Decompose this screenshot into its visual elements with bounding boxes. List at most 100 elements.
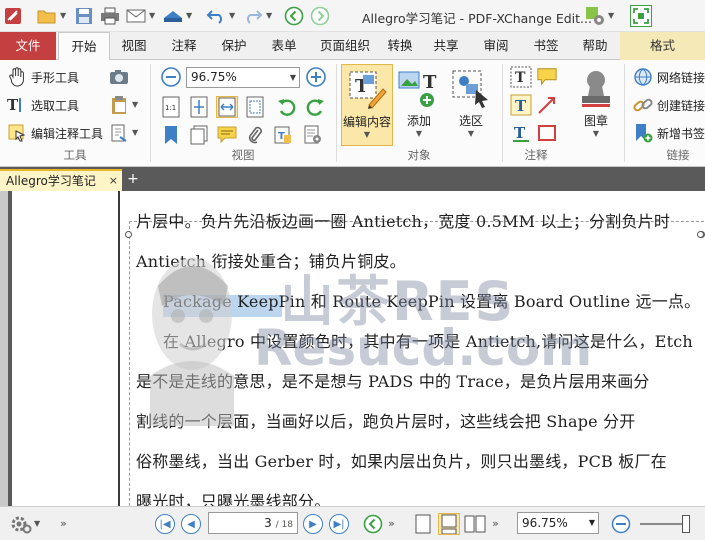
print-icon[interactable] <box>99 5 121 27</box>
close-tab-icon[interactable]: × <box>109 171 118 191</box>
undo-dropdown-icon[interactable]: ▼ <box>229 11 237 20</box>
view-history-chevron-icon[interactable]: » <box>388 517 395 530</box>
document-viewport[interactable]: 片层中。负片先沿板边画一圈 Antietch，宽度 0.5MM 以上；分割负片时… <box>0 191 705 506</box>
tab-share[interactable]: 共享 <box>422 32 470 60</box>
bookmark-blue-icon[interactable] <box>160 124 182 146</box>
document-properties-icon[interactable] <box>302 124 324 146</box>
fit-page-icon[interactable] <box>188 96 210 118</box>
redo-icon[interactable] <box>242 5 264 27</box>
pdf-page[interactable]: 片层中。负片先沿板边画一圈 Antietch，宽度 0.5MM 以上；分割负片时… <box>12 191 705 506</box>
tab-review[interactable]: 审阅 <box>472 32 520 60</box>
more-chevron-icon[interactable]: » <box>60 517 67 530</box>
settings-dropdown-icon[interactable]: ▼ <box>608 11 614 20</box>
tab-file[interactable]: 文件 <box>0 32 56 60</box>
add-button[interactable]: T 添加 ▼ <box>395 64 443 146</box>
text-line-3[interactable]: Package KeepPin 和 Route KeepPin 设置离 Boar… <box>163 288 700 312</box>
options-dropdown-icon[interactable]: ▼ <box>34 519 40 528</box>
zoom-slider-thumb[interactable] <box>682 515 690 533</box>
snapshot-icon[interactable] <box>108 66 130 88</box>
frame-handle-right[interactable] <box>697 231 704 238</box>
text-line-6[interactable]: 割线的一个层面，当画好以后，跑负片层时，这些线会把 Shape 分开 <box>136 408 636 432</box>
single-page-view-icon[interactable] <box>412 513 434 535</box>
settings-icon[interactable] <box>584 5 606 27</box>
add-bookmark-button[interactable]: 新增书签 <box>632 122 705 144</box>
text-line-5[interactable]: 是不是走线的意思，是不是想与 PADS 中的 Trace，是负片层用来画分 <box>136 368 650 392</box>
text-line-1[interactable]: 片层中。负片先沿板边画一圈 Antietch，宽度 0.5MM 以上；分割负片时 <box>136 208 670 232</box>
tab-view[interactable]: 视图 <box>112 32 156 60</box>
tab-bookmark[interactable]: 书签 <box>522 32 570 60</box>
redo-dropdown-icon[interactable]: ▼ <box>266 11 274 20</box>
clipboard-dropdown-icon[interactable]: ▼ <box>132 100 138 109</box>
zoom-select[interactable]: 96.75% ▼ <box>186 67 300 88</box>
new-tab-button[interactable]: + <box>126 171 140 187</box>
fullscreen-icon[interactable] <box>630 5 652 27</box>
layout-chevron-icon[interactable]: » <box>492 517 499 530</box>
tab-organize[interactable]: 页面组织 <box>312 32 378 60</box>
tab-convert[interactable]: 转换 <box>380 32 420 60</box>
edit-annotation-button[interactable]: 编辑注释工具 <box>6 122 103 144</box>
email-icon[interactable] <box>125 5 147 27</box>
facing-view-icon[interactable] <box>464 513 486 535</box>
status-zoom-select[interactable]: 96.75% ▼ <box>517 512 599 534</box>
web-link-button[interactable]: 网络链接 <box>632 66 705 88</box>
save-icon[interactable] <box>73 5 95 27</box>
pages-icon[interactable] <box>188 124 210 146</box>
clipboard-icon[interactable] <box>108 94 130 116</box>
hand-tool-button[interactable]: 手形工具 <box>6 66 79 88</box>
status-zoom-out-icon[interactable] <box>610 513 632 535</box>
textbox-icon[interactable]: T <box>510 94 532 116</box>
back-icon[interactable] <box>283 5 305 27</box>
frame-handle[interactable] <box>125 231 132 238</box>
page-number-field[interactable]: 3 / 18 <box>208 512 298 534</box>
previous-page-button[interactable]: ◀ <box>180 513 202 535</box>
clear-icon[interactable] <box>108 122 130 144</box>
text-line-4[interactable]: 在 Allegro 中设置颜色时，其中有一项是 Antietch,请问这是什么，… <box>163 328 693 352</box>
tab-protect[interactable]: 保护 <box>212 32 256 60</box>
attachment-icon[interactable] <box>244 124 266 146</box>
tab-home[interactable]: 开始 <box>58 32 110 61</box>
zoom-out-icon[interactable] <box>160 66 182 88</box>
typewriter-icon[interactable]: T <box>510 66 532 88</box>
scan-dropdown-icon[interactable]: ▼ <box>186 11 194 20</box>
last-page-button[interactable]: ▶| <box>328 513 350 535</box>
rotate-right-icon[interactable] <box>304 96 326 118</box>
scan-icon[interactable] <box>162 5 184 27</box>
select-text-button[interactable]: T 选取工具 <box>6 94 79 116</box>
comments-icon[interactable] <box>216 124 238 146</box>
select-area-button[interactable]: 选区 ▼ <box>447 64 495 146</box>
arrow-line-icon[interactable] <box>536 94 558 116</box>
text-line-7[interactable]: 俗称墨线，当出 Gerber 时，如果内层出负片，则只出墨线，PCB 板厂在 <box>136 448 667 472</box>
sticky-note-icon[interactable] <box>536 66 558 88</box>
stamp-button[interactable]: 图章 ▼ <box>572 64 620 146</box>
text-line-2[interactable]: Antietch 衔接处重合；铺负片铜皮。 <box>136 248 406 272</box>
actual-size-icon[interactable]: 1:1 <box>160 96 182 118</box>
fit-width-icon[interactable] <box>216 96 238 118</box>
create-link-button[interactable]: 创建链接 <box>632 94 705 116</box>
continuous-view-icon[interactable] <box>438 513 460 535</box>
forward-icon[interactable] <box>309 5 331 27</box>
tab-help[interactable]: 帮助 <box>572 32 618 60</box>
tab-format[interactable]: 格式 <box>620 32 705 60</box>
text-line-8[interactable]: 曝光时，只曝光墨线部分。 <box>136 488 330 506</box>
rectangle-icon[interactable] <box>536 122 558 144</box>
previous-view-button[interactable] <box>362 513 384 535</box>
rotate-left-icon[interactable] <box>276 96 298 118</box>
email-dropdown-icon[interactable]: ▼ <box>149 11 157 20</box>
next-page-button[interactable]: ▶ <box>302 513 324 535</box>
undo-icon[interactable] <box>205 5 227 27</box>
text-underline-icon[interactable]: T <box>510 122 532 144</box>
fit-visible-icon[interactable] <box>244 96 266 118</box>
edit-content-button[interactable]: T 编辑内容 ▼ <box>341 64 393 146</box>
tab-form[interactable]: 表单 <box>258 32 310 60</box>
options-gear-icon[interactable] <box>10 513 32 535</box>
document-tab[interactable]: Allegro学习笔记 × <box>0 169 122 191</box>
layers-icon[interactable]: T <box>272 124 294 146</box>
first-page-button[interactable]: |◀ <box>154 513 176 535</box>
open-dropdown-icon[interactable]: ▼ <box>60 11 68 20</box>
side-panel-collapsed[interactable] <box>0 191 8 506</box>
open-folder-icon[interactable] <box>36 5 58 27</box>
app-logo-icon[interactable] <box>2 5 24 27</box>
clear-dropdown-icon[interactable]: ▼ <box>132 128 138 137</box>
zoom-in-icon[interactable] <box>305 66 327 88</box>
tab-comment[interactable]: 注释 <box>158 32 210 60</box>
